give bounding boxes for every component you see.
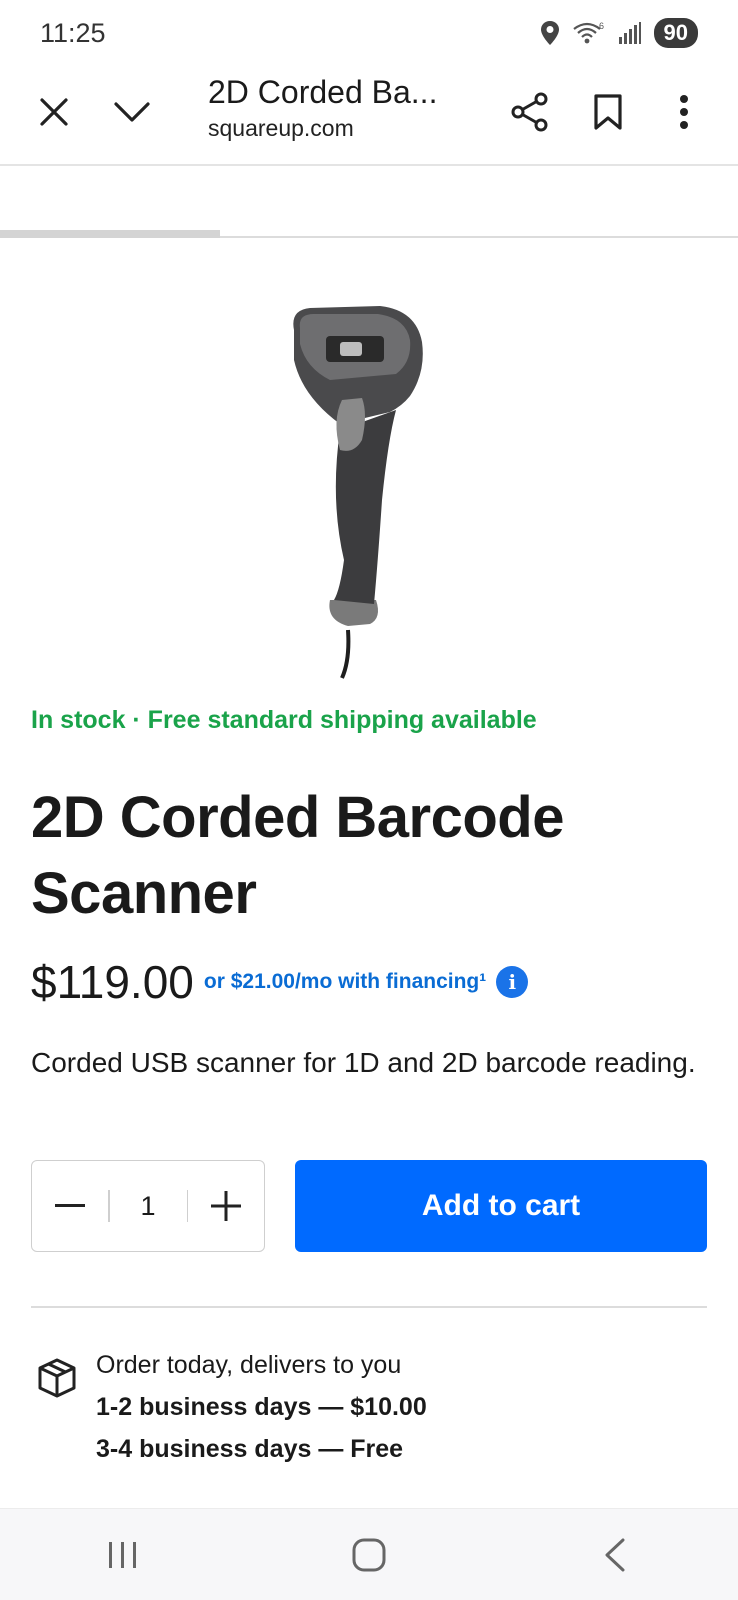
signal-icon [618, 22, 641, 44]
tab-indicator [0, 230, 220, 238]
financing-link[interactable]: or $21.00/mo with financing¹ [204, 970, 486, 994]
status-bar: 11:25 6 90 [0, 0, 738, 66]
page-title-block[interactable]: 2D Corded Ba... squareup.com [208, 74, 437, 142]
chevron-down-icon [114, 102, 150, 122]
decrease-quantity-button[interactable] [32, 1161, 108, 1251]
back-button[interactable] [575, 1525, 655, 1585]
wifi-icon: 6 [572, 21, 604, 44]
minus-icon [55, 1204, 85, 1207]
delivery-option: 3-4 business days — Free [96, 1435, 404, 1463]
product-description: Corded USB scanner for 1D and 2D barcode… [31, 1047, 696, 1078]
package-icon [38, 1358, 76, 1398]
battery-indicator: 90 [653, 18, 698, 48]
more-vert-icon [680, 95, 688, 129]
add-to-cart-button[interactable]: Add to cart [295, 1160, 707, 1252]
page-title: 2D Corded Ba... [208, 74, 438, 110]
share-icon [511, 92, 548, 132]
share-button[interactable] [506, 86, 554, 138]
bookmark-icon [594, 94, 622, 130]
page-tab-strip [0, 168, 738, 238]
page-url: squareup.com [208, 115, 354, 141]
status-time: 11:25 [40, 17, 106, 48]
recents-button[interactable] [83, 1525, 163, 1585]
delivery-option: 1-2 business days — $10.00 [96, 1393, 427, 1421]
status-icons: 6 90 [540, 18, 698, 48]
delivery-lead: Order today, delivers to you [96, 1351, 402, 1379]
close-button[interactable] [30, 88, 78, 136]
home-icon [352, 1538, 386, 1571]
delivery-info: Order today, delivers to you 1-2 busines… [38, 1351, 427, 1470]
system-nav-bar [0, 1508, 738, 1600]
recents-icon [109, 1541, 136, 1568]
delivery-text: Order today, delivers to you 1-2 busines… [96, 1344, 427, 1470]
product-image [293, 306, 423, 679]
product-price: $119.00 [31, 956, 194, 1008]
price-row: $119.00 or $21.00/mo with financing¹ i [31, 955, 529, 1009]
close-icon [40, 98, 68, 126]
back-icon [605, 1538, 625, 1571]
bookmark-button[interactable] [584, 86, 632, 138]
plus-icon [211, 1191, 241, 1221]
info-icon[interactable]: i [496, 966, 529, 998]
section-divider [31, 1306, 707, 1308]
wifi-label: 6 [599, 21, 604, 31]
location-icon [540, 21, 559, 45]
quantity-stepper: 1 [31, 1160, 265, 1252]
stock-status: In stock · Free standard shipping availa… [31, 706, 537, 734]
increase-quantity-button[interactable] [188, 1161, 264, 1251]
product-title: 2D Corded Barcode Scanner [31, 785, 564, 926]
browser-toolbar: 2D Corded Ba... squareup.com [0, 66, 738, 166]
minimize-button[interactable] [108, 88, 156, 136]
home-button[interactable] [329, 1525, 409, 1585]
quantity-value[interactable]: 1 [110, 1191, 187, 1222]
more-options-button[interactable] [660, 86, 708, 138]
